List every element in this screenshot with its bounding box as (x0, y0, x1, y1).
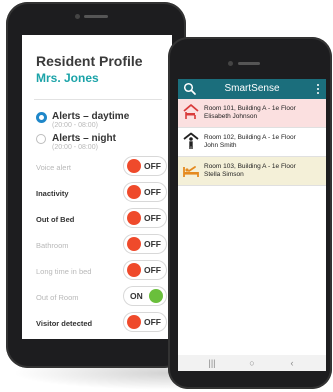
long-time-in-bed-toggle[interactable]: OFF (124, 261, 166, 279)
setting-long-time-in-bed: Long time in bed OFF (36, 261, 166, 281)
toggle-knob (127, 159, 141, 173)
setting-out-of-bed: Out of Bed OFF (36, 209, 166, 229)
earpiece-speaker (238, 62, 260, 65)
app-title: SmartSense (224, 83, 280, 94)
room-location: Room 103, Building A - 1e Floor (204, 163, 296, 170)
divider (34, 99, 162, 100)
smartsense-screen: SmartSense Room 101, Building A - 1e Flo… (178, 79, 326, 371)
setting-label: Bathroom (36, 241, 69, 250)
room-text: Room 101, Building A - 1e Floor Elisabet… (204, 105, 296, 121)
radio-label: Alerts – daytime (52, 111, 130, 122)
page-title: Resident Profile (36, 53, 143, 69)
setting-label: Out of Room (36, 293, 79, 302)
setting-inactivity: Inactivity OFF (36, 183, 166, 203)
resident-name: Mrs. Jones (36, 71, 99, 85)
resident-name: John Smith (204, 142, 237, 149)
app-bar: SmartSense (178, 79, 326, 99)
setting-label: Visitor detected (36, 319, 93, 328)
room-location: Room 101, Building A - 1e Floor (204, 105, 296, 112)
toggle-state: ON (130, 291, 143, 301)
front-camera (75, 14, 80, 19)
home-icon[interactable]: ○ (245, 358, 259, 368)
more-vert-icon[interactable] (315, 82, 321, 96)
visitor-detected-toggle[interactable]: OFF (124, 313, 166, 331)
radio-label: Alerts – night (52, 133, 116, 144)
radio-time: (20:00 - 08:00) (52, 122, 98, 129)
setting-label: Voice alert (36, 163, 72, 172)
room-text: Room 102, Building A - 1e Floor John Smi… (204, 134, 296, 150)
toggle-knob (127, 315, 141, 329)
android-nav-bar: ||| ○ ‹ (178, 355, 326, 371)
bed-exit-icon (183, 104, 199, 119)
toggle-knob (127, 237, 141, 251)
radio-selected-icon (36, 112, 47, 123)
room-list-item[interactable]: Room 101, Building A - 1e Floor Elisabet… (178, 99, 326, 128)
bathroom-toggle[interactable]: OFF (124, 235, 166, 253)
voice-alert-toggle[interactable]: OFF (124, 157, 166, 175)
resident-name: Stella Simson (204, 171, 244, 178)
toggle-state: OFF (144, 317, 161, 327)
setting-label: Long time in bed (36, 267, 92, 276)
room-text: Room 103, Building A - 1e Floor Stella S… (204, 163, 296, 179)
resident-profile-screen: Resident Profile Mrs. Jones Alerts – day… (22, 35, 172, 339)
out-of-bed-icon (183, 166, 199, 177)
setting-label: Inactivity (36, 189, 69, 198)
out-of-room-toggle[interactable]: ON (124, 287, 166, 305)
toggle-knob (149, 289, 163, 303)
room-location: Room 102, Building A - 1e Floor (204, 134, 296, 141)
toggle-knob (127, 263, 141, 277)
setting-out-of-room: Out of Room ON (36, 287, 166, 307)
setting-label: Out of Bed (36, 215, 75, 224)
radio-unselected-icon (36, 134, 46, 144)
recents-icon[interactable]: ||| (205, 358, 219, 368)
room-list-item[interactable]: Room 102, Building A - 1e Floor John Smi… (178, 128, 326, 157)
back-icon[interactable]: ‹ (285, 358, 299, 368)
toggle-state: OFF (144, 239, 161, 249)
resident-name: Elisabeth Johnson (204, 113, 258, 120)
out-of-bed-toggle[interactable]: OFF (124, 209, 166, 227)
radio-time: (20:00 - 08:00) (52, 144, 98, 151)
setting-bathroom: Bathroom OFF (36, 235, 166, 255)
front-camera (228, 61, 233, 66)
phone-left: Resident Profile Mrs. Jones Alerts – day… (6, 2, 186, 368)
toggle-state: OFF (144, 265, 161, 275)
toggle-state: OFF (144, 161, 161, 171)
toggle-knob (127, 211, 141, 225)
toggle-state: OFF (144, 187, 161, 197)
phone-right: SmartSense Room 101, Building A - 1e Flo… (168, 37, 332, 389)
toggle-knob (127, 185, 141, 199)
person-standing-icon (183, 132, 199, 149)
earpiece-speaker (84, 15, 108, 18)
setting-visitor-detected: Visitor detected OFF (36, 313, 166, 333)
setting-voice-alert: Voice alert OFF (36, 157, 166, 177)
inactivity-toggle[interactable]: OFF (124, 183, 166, 201)
toggle-state: OFF (144, 213, 161, 223)
room-list-item[interactable]: Room 103, Building A - 1e Floor Stella S… (178, 157, 326, 186)
